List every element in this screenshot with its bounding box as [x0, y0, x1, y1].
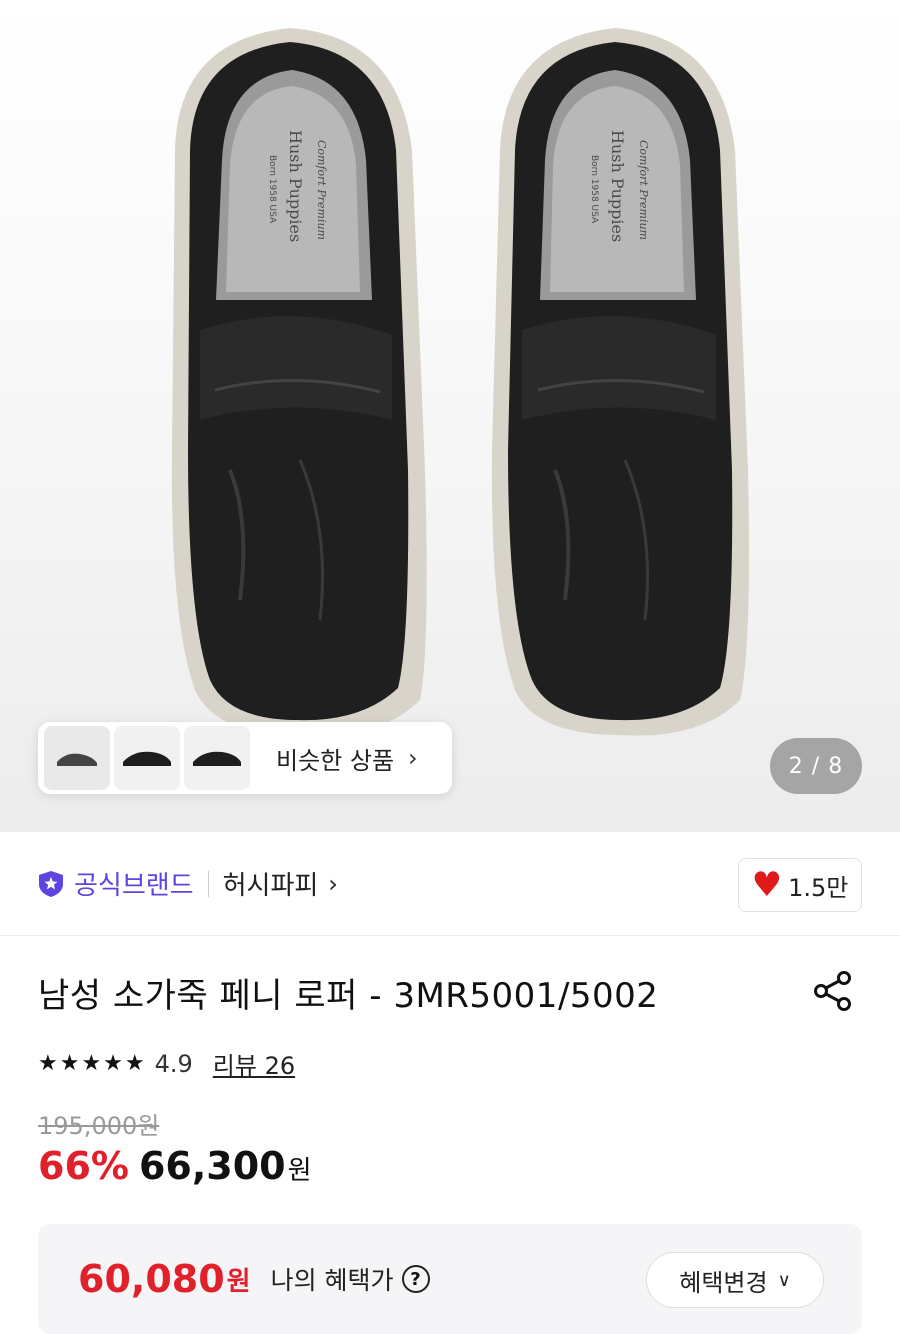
shoe-thumbnail-icon: [193, 751, 241, 766]
share-icon[interactable]: [810, 968, 856, 1014]
change-benefit-button[interactable]: 혜택변경 ∨: [646, 1252, 824, 1308]
chevron-right-icon[interactable]: ›: [328, 870, 338, 898]
svg-text:Born 1958 USA: Born 1958 USA: [589, 155, 599, 224]
change-benefit-label: 혜택변경: [679, 1268, 768, 1297]
like-count: 1.5만: [788, 873, 849, 902]
svg-text:Hush Puppies: Hush Puppies: [286, 130, 305, 242]
benefit-price: 60,080: [78, 1257, 225, 1301]
help-icon[interactable]: ?: [401, 1265, 430, 1293]
product-title: 남성 소가죽 페니 로퍼 - 3MR5001/5002: [38, 976, 659, 1016]
svg-text:Comfort Premium: Comfort Premium: [637, 140, 650, 240]
brand-link[interactable]: 허시파피: [223, 865, 319, 902]
chevron-right-icon: ›: [408, 744, 418, 772]
similar-products-text: 비슷한 상품: [276, 746, 395, 775]
shoe-thumbnail-icon: [57, 753, 97, 766]
benefit-label: 나의 혜택가: [270, 1266, 394, 1295]
review-link[interactable]: 리뷰 26: [213, 1046, 295, 1081]
right-shoe: Hush Puppies Comfort Premium Born 1958 U…: [491, 28, 749, 736]
discount-rate: 66%: [38, 1144, 129, 1188]
product-image-gallery[interactable]: Hush Puppies Comfort Premium Born 1958 U…: [0, 0, 900, 832]
heart-icon: ♥: [751, 865, 783, 905]
svg-text:Hush Puppies: Hush Puppies: [608, 130, 627, 242]
star-rating-icon: ★★★★★: [38, 1051, 147, 1076]
similar-thumb[interactable]: [44, 726, 110, 790]
rating-row: ★★★★★ 4.9 리뷰 26: [38, 1046, 295, 1081]
price-row: 66% 66,300 원: [38, 1144, 312, 1188]
similar-thumb[interactable]: [184, 726, 250, 790]
benefit-price-box: 60,080 원 나의 혜택가 ? 혜택변경 ∨: [38, 1224, 862, 1334]
chevron-down-icon: ∨: [777, 1269, 791, 1291]
sale-price: 66,300: [138, 1144, 286, 1188]
product-photo: Hush Puppies Comfort Premium Born 1958 U…: [171, 28, 749, 736]
official-brand-label: 공식브랜드: [74, 871, 194, 901]
image-pager: 2 / 8: [770, 738, 862, 794]
similar-thumb[interactable]: [114, 726, 180, 790]
currency-unit: 원: [287, 1156, 312, 1186]
brand-row: 공식브랜드 허시파피 › ♥ 1.5만: [0, 832, 900, 936]
rating-value: 4.9: [154, 1049, 193, 1078]
svg-text:Comfort Premium: Comfort Premium: [315, 140, 328, 240]
similar-products-label: 비슷한 상품 ›: [276, 741, 418, 776]
benefit-currency: 원: [226, 1266, 251, 1297]
shoe-thumbnail-icon: [123, 751, 171, 766]
left-shoe: Hush Puppies Comfort Premium Born 1958 U…: [171, 28, 427, 736]
original-price: 195,000원: [38, 1112, 160, 1140]
like-button[interactable]: ♥ 1.5만: [738, 858, 862, 912]
svg-text:Born 1958 USA: Born 1958 USA: [267, 155, 277, 224]
similar-products-button[interactable]: 비슷한 상품 ›: [38, 722, 452, 794]
official-shield-icon: [39, 870, 63, 897]
divider: [207, 870, 209, 897]
